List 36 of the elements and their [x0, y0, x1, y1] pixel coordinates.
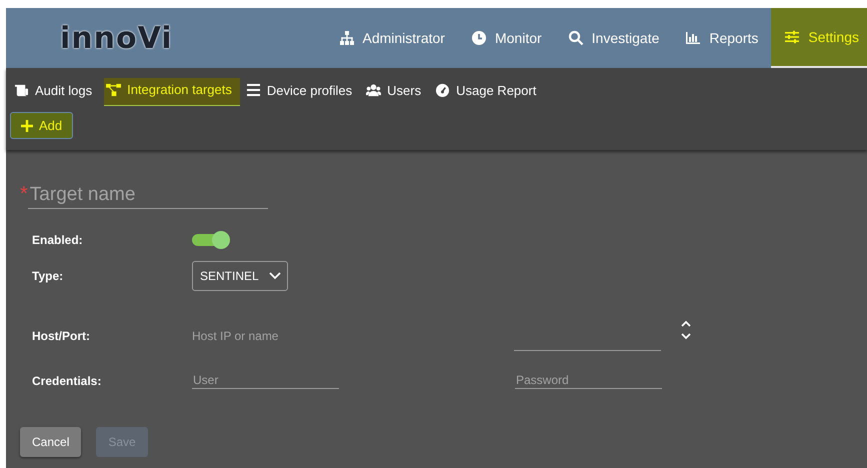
- required-mark: *: [20, 184, 28, 204]
- scroll-icon: [14, 83, 29, 97]
- sub-tab[interactable]: Audit logs: [12, 78, 100, 106]
- sub-tab[interactable]: Usage Report: [433, 78, 544, 106]
- network-icon: [106, 82, 122, 96]
- sliders-icon: [784, 29, 800, 45]
- add-button[interactable]: Add: [10, 112, 74, 139]
- type-dropdown[interactable]: SENTINEL: [192, 261, 288, 291]
- sub-tab[interactable]: Integration targets: [104, 78, 240, 106]
- field-label: Enabled:: [32, 233, 84, 247]
- user-field[interactable]: User: [192, 373, 339, 389]
- plus-icon: [21, 120, 33, 132]
- nav-tab[interactable]: Reports: [672, 8, 772, 68]
- field-label: Type:: [32, 269, 64, 283]
- enabled-toggle[interactable]: [192, 234, 228, 246]
- password-field[interactable]: Password: [515, 373, 662, 389]
- gauge-icon: [435, 83, 450, 97]
- clock-icon: [470, 30, 487, 46]
- cancel-button[interactable]: Cancel: [20, 427, 82, 457]
- nav-tab[interactable]: Investigate: [554, 8, 672, 68]
- bar-chart-icon: [685, 30, 702, 46]
- nav-tab[interactable]: Monitor: [458, 8, 555, 68]
- spinner-icon[interactable]: [680, 319, 692, 341]
- logo: innoVi: [60, 20, 173, 56]
- field-label: Host/Port:: [32, 329, 91, 343]
- sub-tab[interactable]: Users: [364, 78, 430, 106]
- list-icon: [246, 83, 261, 97]
- nav-tab[interactable]: Administrator: [326, 8, 458, 68]
- users-icon: [366, 83, 382, 97]
- sitemap-icon: [338, 30, 354, 46]
- sub-tab[interactable]: Device profiles: [244, 78, 360, 106]
- chevron-down-icon: [268, 272, 281, 280]
- field-label: Credentials:: [32, 374, 102, 388]
- host-field[interactable]: Host IP or name: [192, 329, 332, 343]
- nav-tab[interactable]: Settings: [771, 8, 867, 68]
- search-icon: [568, 30, 584, 46]
